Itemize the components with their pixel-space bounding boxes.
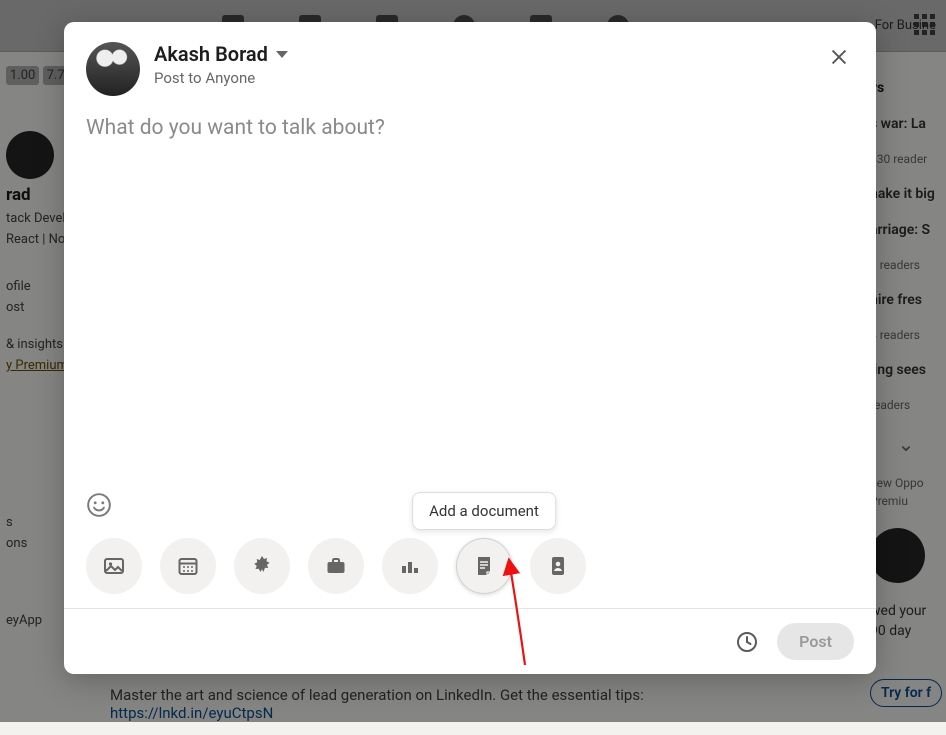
- briefcase-icon: [324, 554, 348, 578]
- author-avatar-icon: [86, 42, 140, 96]
- post-toolbar: Add a document: [64, 534, 876, 608]
- caret-down-icon: [276, 51, 288, 58]
- celebrate-button[interactable]: [234, 538, 290, 594]
- create-post-modal: Akash Borad Post to Anyone: [64, 22, 876, 674]
- add-job-button[interactable]: [308, 538, 364, 594]
- create-poll-button[interactable]: [382, 538, 438, 594]
- author-name: Akash Borad: [154, 42, 268, 66]
- schedule-button[interactable]: [735, 630, 759, 654]
- emoji-button[interactable]: [86, 492, 112, 518]
- post-editor[interactable]: [86, 116, 854, 492]
- badge-person-icon: [546, 554, 570, 578]
- add-document-tooltip: Add a document: [412, 492, 556, 530]
- add-document-button[interactable]: Add a document: [456, 538, 512, 594]
- find-expert-button[interactable]: [530, 538, 586, 594]
- bar-chart-icon: [398, 554, 422, 578]
- starburst-icon: [250, 554, 274, 578]
- post-visibility: Post to Anyone: [154, 69, 288, 87]
- close-icon: [828, 46, 850, 68]
- document-icon: [472, 554, 496, 578]
- add-photo-button[interactable]: [86, 538, 142, 594]
- post-button[interactable]: Post: [777, 623, 854, 660]
- author-selector[interactable]: Akash Borad: [154, 42, 288, 66]
- add-event-button[interactable]: [160, 538, 216, 594]
- calendar-icon: [176, 554, 200, 578]
- image-icon: [102, 554, 126, 578]
- close-button[interactable]: [824, 42, 854, 72]
